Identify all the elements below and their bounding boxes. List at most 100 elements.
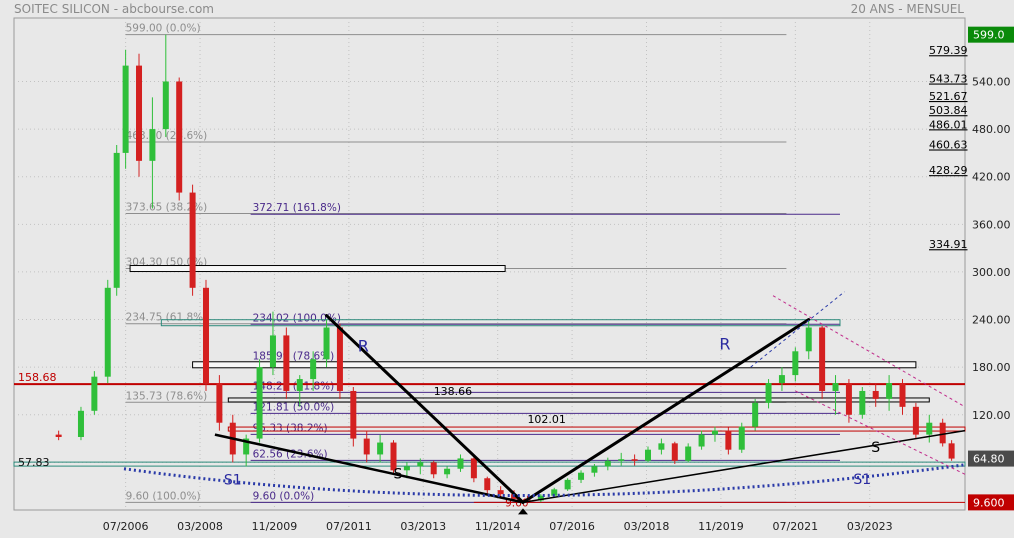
x-tick-label: 03/2008 xyxy=(177,520,223,533)
y-tick-label: 420.00 xyxy=(972,171,1011,184)
level-label: 102.01 xyxy=(527,413,566,426)
y-tick-label: 180.00 xyxy=(972,361,1011,374)
candle-body xyxy=(55,434,62,437)
y-tick-label: 240.00 xyxy=(972,314,1011,327)
price-badge-label: 599.0 xyxy=(973,29,1005,42)
price-badge-label: 64.80 xyxy=(973,453,1005,466)
candle-body xyxy=(444,468,451,475)
candle-body xyxy=(564,479,571,490)
annotation-s: S xyxy=(394,466,403,482)
candle-body xyxy=(122,65,129,153)
candle-body xyxy=(417,462,424,467)
x-tick-label: 03/2013 xyxy=(400,520,446,533)
candle-body xyxy=(752,402,759,427)
candle-body xyxy=(162,81,169,130)
right-value-label: 543.73 xyxy=(929,73,968,86)
x-tick-label: 11/2019 xyxy=(698,520,744,533)
x-tick-label: 03/2023 xyxy=(847,520,893,533)
candle-body xyxy=(77,410,84,437)
candle-body xyxy=(591,466,598,473)
zone-box xyxy=(192,361,917,369)
candle-body xyxy=(805,327,812,352)
candle-body xyxy=(926,422,933,435)
candle-body xyxy=(149,129,156,161)
y-tick-label: 300.00 xyxy=(972,266,1011,279)
candle-body xyxy=(470,458,477,479)
candle-body xyxy=(256,367,263,439)
candle-body xyxy=(872,390,879,399)
candle-body xyxy=(269,335,276,368)
candle-body xyxy=(310,359,317,380)
candle-body xyxy=(832,383,839,391)
candle-body xyxy=(216,383,223,423)
fib-ext-label: 372.71 (161.8%) xyxy=(253,202,341,214)
level-label: 138.66 xyxy=(434,385,473,398)
candle-body xyxy=(948,443,955,459)
y-tick-label: 480.00 xyxy=(972,123,1011,136)
right-value-label: 503.84 xyxy=(929,104,968,117)
candle-body xyxy=(202,287,209,384)
candle-body xyxy=(939,422,946,444)
candle-body xyxy=(283,335,290,391)
candle-body xyxy=(350,390,357,439)
candle-body xyxy=(738,426,745,450)
y-tick-label: 360.00 xyxy=(972,218,1011,231)
x-tick-label: 07/2011 xyxy=(326,520,372,533)
annotation-r: R xyxy=(719,335,730,354)
annotation-s: S xyxy=(871,440,880,456)
candle-body xyxy=(296,379,303,391)
candle-body xyxy=(91,376,98,411)
candle-body xyxy=(711,430,718,435)
candle-body xyxy=(671,443,678,461)
right-value-label: 428.29 xyxy=(929,164,968,177)
fib-ext-label: 185.99 (78.6%) xyxy=(253,350,335,362)
candle-body xyxy=(336,327,343,391)
candle-body xyxy=(765,383,772,403)
x-tick-label: 07/2006 xyxy=(103,520,149,533)
y-tick-label: 120.00 xyxy=(972,409,1011,422)
x-tick-label: 03/2018 xyxy=(624,520,670,533)
price-badge-label: 9.600 xyxy=(973,496,1005,509)
candle-body xyxy=(631,459,638,461)
y-tick-label: 540.00 xyxy=(972,75,1011,88)
candle-body xyxy=(859,390,866,415)
x-tick-label: 07/2021 xyxy=(772,520,818,533)
candle-body xyxy=(886,383,893,399)
candle-body xyxy=(845,383,852,415)
fib-ext-label: 9.60 (0.0%) xyxy=(253,490,315,502)
candle-body xyxy=(430,462,437,475)
candle-body xyxy=(578,472,585,480)
resistance-level-label: 158.68 xyxy=(18,371,57,384)
candle-body xyxy=(189,192,196,288)
candle-body xyxy=(604,460,611,467)
fib-level-label: 599.00 (0.0%) xyxy=(126,23,201,35)
price-chart: 120.00 180.00 240.00 300.00 360.00 420.00 480.… xyxy=(13,17,1014,533)
x-tick-label: 07/2016 xyxy=(549,520,595,533)
candle-body xyxy=(403,466,410,471)
candle-body xyxy=(725,430,732,450)
candle-body xyxy=(176,81,183,193)
candle-body xyxy=(484,478,491,491)
annotation-r: R xyxy=(358,336,369,355)
fib-ext-label: 95.33 (38.2%) xyxy=(253,422,328,434)
annotation-s1: S1 xyxy=(853,472,871,488)
candle-body xyxy=(658,443,665,450)
chart-title: SOITEC SILICON - abcbourse.com xyxy=(14,2,214,16)
candle-body xyxy=(912,406,919,435)
right-value-label: 579.39 xyxy=(929,44,968,57)
candle-body xyxy=(685,446,692,461)
candle-body xyxy=(497,490,504,495)
candle-body xyxy=(113,152,120,288)
support-level-label: 57.83 xyxy=(18,456,50,469)
right-value-label: 334.91 xyxy=(929,238,968,251)
right-value-label: 486.01 xyxy=(929,118,968,131)
candle-body xyxy=(645,449,651,461)
fib-ext-label: 121.81 (50.0%) xyxy=(253,401,335,413)
zone-box xyxy=(129,265,506,273)
right-value-label: 521.67 xyxy=(929,90,968,103)
candle-body xyxy=(618,459,625,461)
chart-period: 20 ANS - MENSUEL xyxy=(850,2,964,16)
annotation-s1: S1 xyxy=(224,473,242,489)
x-tick-label: 11/2014 xyxy=(475,520,521,533)
candle-body xyxy=(792,351,799,376)
